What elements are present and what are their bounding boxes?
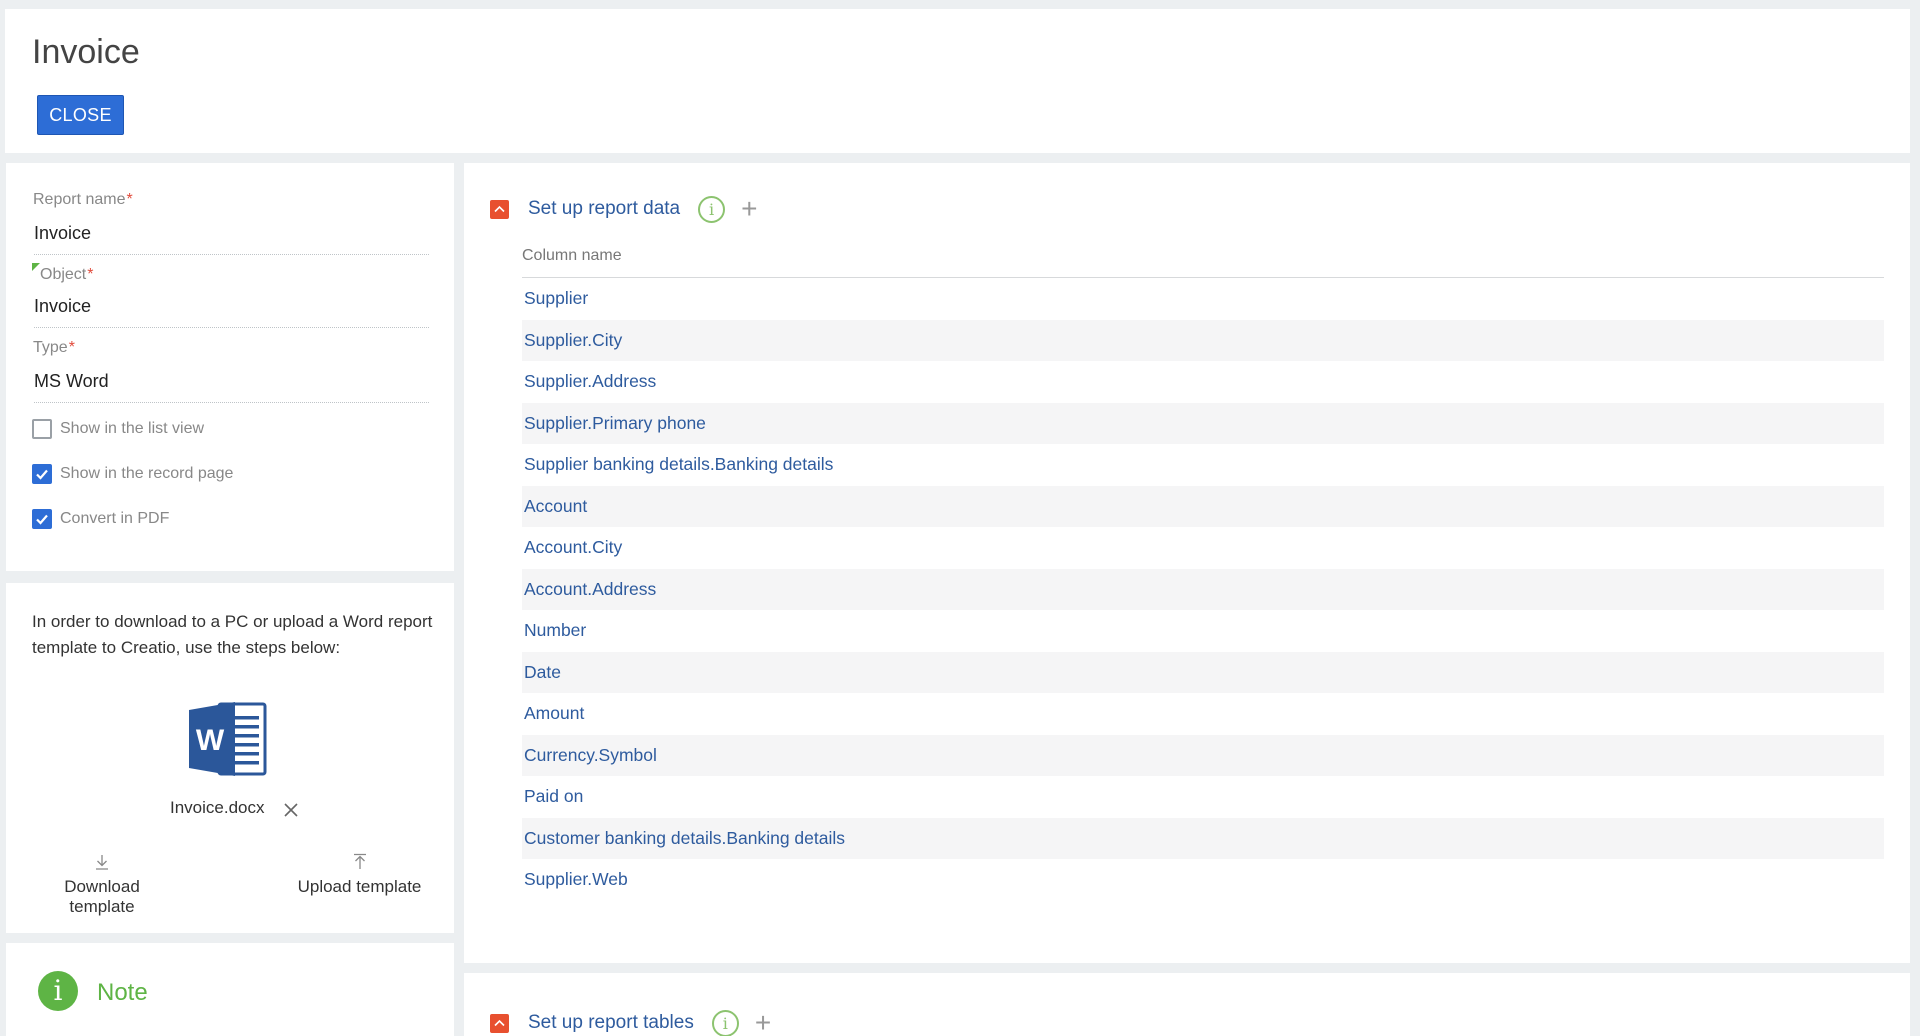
collapse-icon[interactable] (490, 1013, 509, 1033)
list-item[interactable]: Supplier.Primary phone (522, 402, 1884, 444)
info-circle-icon: i (38, 971, 78, 1011)
show-in-record-page-label: Show in the record page (60, 465, 234, 482)
page-header: Invoice CLOSE (5, 9, 1910, 153)
add-icon[interactable]: + (741, 195, 757, 223)
report-tables-panel: Set up report tables i + (464, 973, 1910, 1036)
report-data-title[interactable]: Set up report data (528, 198, 680, 220)
show-in-list-view-label: Show in the list view (60, 420, 205, 437)
note-panel: i Note (6, 943, 454, 1036)
word-document-icon: W (189, 700, 269, 783)
info-icon[interactable]: i (711, 1009, 739, 1036)
type-field[interactable]: MS Word (34, 371, 429, 403)
convert-in-pdf-checkbox[interactable] (32, 509, 52, 529)
template-filename: Invoice.docx (170, 798, 265, 817)
object-label: Object* (40, 266, 94, 283)
page-title: Invoice (32, 33, 140, 71)
list-item[interactable]: Date (522, 651, 1884, 693)
report-name-label: Report name* (33, 191, 133, 208)
collapse-icon[interactable] (490, 199, 509, 219)
list-item[interactable]: Paid on (522, 776, 1884, 818)
required-marker: * (68, 339, 75, 356)
upload-template-button[interactable]: Upload template (292, 853, 427, 897)
download-template-label: Download template (64, 877, 140, 916)
list-item[interactable]: Supplier.City (522, 319, 1884, 361)
report-name-field[interactable]: Invoice (34, 223, 429, 255)
column-name-header: Column name (522, 247, 1884, 278)
list-item[interactable]: Account (522, 485, 1884, 527)
template-instructions: In order to download to a PC or upload a… (32, 612, 433, 657)
list-item[interactable]: Account.Address (522, 568, 1884, 610)
list-item[interactable]: Supplier.Web (522, 859, 1884, 901)
list-item[interactable]: Customer banking details.Banking details (522, 817, 1884, 859)
list-item[interactable]: Amount (522, 693, 1884, 735)
convert-in-pdf-row[interactable]: Convert in PDF (32, 509, 169, 529)
report-settings-form: Report name* Invoice Object* Invoice Typ… (6, 163, 454, 571)
svg-text:W: W (196, 724, 225, 757)
checkmark-icon (36, 469, 48, 480)
template-panel: In order to download to a PC or upload a… (6, 583, 454, 933)
column-list: Supplier Supplier.City Supplier.Address … (522, 278, 1884, 901)
download-icon (96, 855, 108, 870)
show-in-record-page-checkbox[interactable] (32, 464, 52, 484)
modified-indicator-icon (32, 263, 40, 271)
list-item[interactable]: Supplier banking details.Banking details (522, 444, 1884, 486)
object-field[interactable]: Invoice (34, 296, 429, 328)
show-in-list-view-row[interactable]: Show in the list view (32, 419, 204, 439)
note-title: Note (97, 979, 148, 1006)
show-in-record-page-row[interactable]: Show in the record page (32, 464, 233, 484)
report-data-header: Set up report data i + (490, 195, 757, 223)
close-button[interactable]: CLOSE (37, 95, 124, 135)
report-data-panel: Set up report data i + Column name Suppl… (464, 163, 1910, 963)
list-item[interactable]: Supplier.Address (522, 361, 1884, 403)
download-template-button[interactable]: Download template (32, 853, 172, 917)
type-label: Type* (33, 339, 75, 356)
upload-template-label: Upload template (297, 877, 422, 896)
convert-in-pdf-label: Convert in PDF (60, 510, 170, 527)
list-item[interactable]: Number (522, 610, 1884, 652)
report-tables-title[interactable]: Set up report tables (528, 1012, 694, 1034)
info-icon[interactable]: i (698, 195, 726, 223)
list-item[interactable]: Supplier (522, 278, 1884, 320)
list-item[interactable]: Account.City (522, 527, 1884, 569)
show-in-list-view-checkbox[interactable] (32, 419, 52, 439)
report-tables-header: Set up report tables i + (490, 1009, 771, 1036)
required-marker: * (87, 266, 94, 283)
add-icon[interactable]: + (755, 1009, 771, 1036)
upload-icon (353, 853, 366, 869)
checkmark-icon (36, 514, 48, 525)
list-item[interactable]: Currency.Symbol (522, 734, 1884, 776)
remove-file-icon[interactable] (283, 802, 299, 823)
required-marker: * (126, 191, 133, 208)
